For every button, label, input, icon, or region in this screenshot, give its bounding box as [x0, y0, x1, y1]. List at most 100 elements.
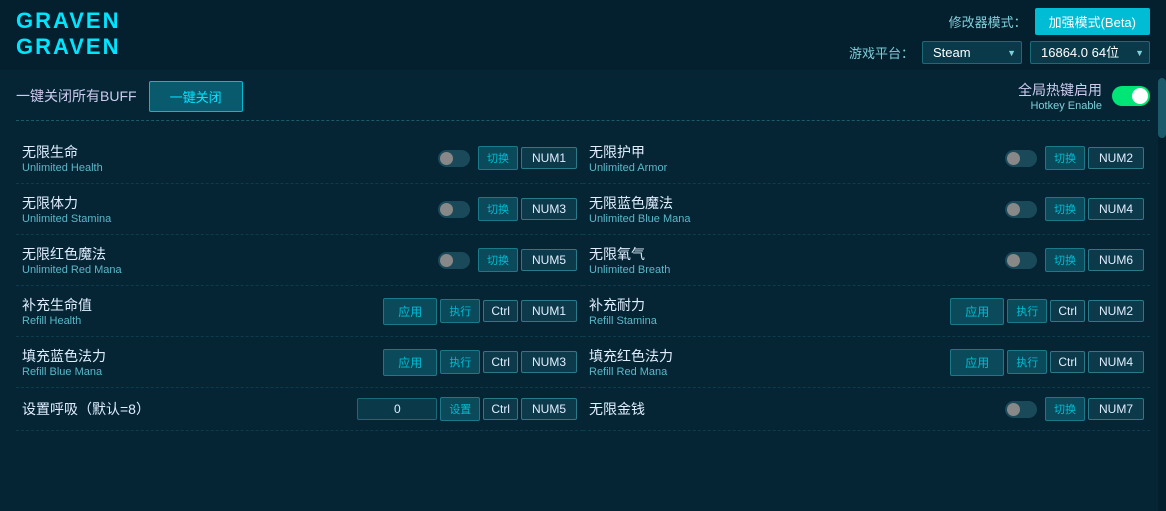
key-cap-refill-stamina: NUM2: [1088, 300, 1144, 322]
feature-row-unlimited-health: 无限生命 Unlimited Health 切换 NUM1: [16, 133, 583, 184]
platform-row: 游戏平台： Steam 16864.0 64位: [849, 41, 1150, 64]
key-cap-breath: NUM5: [521, 398, 577, 420]
feature-en: Unlimited Stamina: [22, 213, 438, 225]
feature-en: Unlimited Blue Mana: [589, 213, 1005, 225]
switch-btn-unlimited-money[interactable]: 切换: [1045, 397, 1085, 421]
feature-en: Unlimited Breath: [589, 264, 1005, 276]
key-cap-refill-health: NUM1: [521, 300, 577, 322]
feature-en: Refill Blue Mana: [22, 366, 383, 378]
close-all-label: 一键关闭所有BUFF: [16, 86, 137, 106]
hotkey-label-en: Hotkey Enable: [1030, 100, 1102, 112]
key-group: 设置 Ctrl NUM5: [357, 397, 577, 421]
hotkey-section: 全局热键启用 Hotkey Enable: [1018, 80, 1150, 112]
header: GRAVEN GRAVEN 修改器模式： 加强模式(Beta) 游戏平台： St…: [0, 0, 1166, 70]
close-all-button[interactable]: 一键关闭: [149, 81, 243, 112]
key-group: 切换 NUM2: [1045, 146, 1144, 170]
feature-en: Unlimited Red Mana: [22, 264, 438, 276]
feature-row-refill-red-mana: 填充红色法力 Refill Red Mana 应用 执行 Ctrl NUM4: [583, 337, 1150, 388]
feature-cn: 无限生命: [22, 142, 438, 162]
feature-info: 补充生命值 Refill Health: [22, 295, 383, 327]
apply-btn-refill-health[interactable]: 应用: [383, 298, 437, 325]
toggle-unlimited-health[interactable]: [438, 150, 470, 167]
feature-info: 无限红色魔法 Unlimited Red Mana: [22, 244, 438, 276]
exec-btn-refill-stamina[interactable]: 执行: [1007, 299, 1047, 323]
toggle-unlimited-stamina[interactable]: [438, 201, 470, 218]
main-content: 一键关闭所有BUFF 一键关闭 全局热键启用 Hotkey Enable 无限生…: [0, 70, 1166, 503]
feature-info: 补充耐力 Refill Stamina: [589, 295, 950, 327]
toggle-unlimited-red-mana[interactable]: [438, 252, 470, 269]
exec-btn-refill-blue-mana[interactable]: 执行: [440, 350, 480, 374]
key-group: 切换 NUM7: [1045, 397, 1144, 421]
key-cap-unlimited-red-mana: NUM5: [521, 249, 577, 271]
feature-info: 无限氧气 Unlimited Breath: [589, 244, 1005, 276]
feature-cn: 无限红色魔法: [22, 244, 438, 264]
feature-cn: 填充红色法力: [589, 346, 950, 366]
hotkey-row: 全局热键启用 Hotkey Enable: [1018, 80, 1150, 112]
key-cap-unlimited-money: NUM7: [1088, 398, 1144, 420]
mode-button[interactable]: 加强模式(Beta): [1035, 8, 1150, 35]
feature-info: 无限生命 Unlimited Health: [22, 142, 438, 174]
features-grid: 无限生命 Unlimited Health 切换 NUM1 无限护甲 Unlim…: [16, 133, 1150, 431]
key-cap-unlimited-health: NUM1: [521, 147, 577, 169]
feature-row-refill-health: 补充生命值 Refill Health 应用 执行 Ctrl NUM1: [16, 286, 583, 337]
feature-info: 无限蓝色魔法 Unlimited Blue Mana: [589, 193, 1005, 225]
toggle-unlimited-money[interactable]: [1005, 401, 1037, 418]
game-title-line2: GRAVEN: [16, 34, 121, 60]
key-group: 切换 NUM4: [1045, 197, 1144, 221]
set-btn-breath[interactable]: 设置: [440, 397, 480, 421]
version-select-wrapper: 16864.0 64位: [1030, 41, 1150, 64]
exec-btn-refill-red-mana[interactable]: 执行: [1007, 350, 1047, 374]
key-cap-unlimited-breath: NUM6: [1088, 249, 1144, 271]
toggle-unlimited-blue-mana[interactable]: [1005, 201, 1037, 218]
game-title-line1: GRAVEN: [16, 8, 121, 34]
platform-label: 游戏平台：: [849, 43, 914, 62]
toggle-unlimited-breath[interactable]: [1005, 252, 1037, 269]
switch-btn-unlimited-health[interactable]: 切换: [478, 146, 518, 170]
scrollbar-thumb[interactable]: [1158, 78, 1166, 138]
feature-en: Refill Stamina: [589, 315, 950, 327]
close-all-section: 一键关闭所有BUFF 一键关闭: [16, 81, 243, 112]
key-group: 应用 执行 Ctrl NUM3: [383, 349, 577, 376]
apply-btn-refill-stamina[interactable]: 应用: [950, 298, 1004, 325]
feature-row-unlimited-money: 无限金钱 切换 NUM7: [583, 388, 1150, 431]
mode-label: 修改器模式：: [949, 12, 1027, 31]
mod-key-refill-red-mana: Ctrl: [1050, 351, 1085, 373]
key-group: 切换 NUM5: [478, 248, 577, 272]
key-group: 切换 NUM3: [478, 197, 577, 221]
breath-value-input[interactable]: [357, 398, 437, 420]
apply-btn-refill-red-mana[interactable]: 应用: [950, 349, 1004, 376]
switch-btn-unlimited-blue-mana[interactable]: 切换: [1045, 197, 1085, 221]
scrollbar-track[interactable]: [1158, 78, 1166, 511]
key-group: 应用 执行 Ctrl NUM4: [950, 349, 1144, 376]
feature-row-unlimited-breath: 无限氧气 Unlimited Breath 切换 NUM6: [583, 235, 1150, 286]
feature-cn: 无限氧气: [589, 244, 1005, 264]
feature-cn: 设置呼吸（默认=8）: [22, 399, 357, 419]
toggle-unlimited-armor[interactable]: [1005, 150, 1037, 167]
mod-key-breath: Ctrl: [483, 398, 518, 420]
feature-row-unlimited-blue-mana: 无限蓝色魔法 Unlimited Blue Mana 切换 NUM4: [583, 184, 1150, 235]
key-cap-unlimited-blue-mana: NUM4: [1088, 198, 1144, 220]
version-select[interactable]: 16864.0 64位: [1030, 41, 1150, 64]
top-bar: 一键关闭所有BUFF 一键关闭 全局热键启用 Hotkey Enable: [16, 80, 1150, 121]
key-cap-unlimited-stamina: NUM3: [521, 198, 577, 220]
switch-btn-unlimited-stamina[interactable]: 切换: [478, 197, 518, 221]
switch-btn-unlimited-armor[interactable]: 切换: [1045, 146, 1085, 170]
apply-btn-refill-blue-mana[interactable]: 应用: [383, 349, 437, 376]
feature-cn: 无限体力: [22, 193, 438, 213]
hotkey-toggle[interactable]: [1112, 86, 1150, 106]
key-group: 应用 执行 Ctrl NUM1: [383, 298, 577, 325]
feature-cn: 无限护甲: [589, 142, 1005, 162]
key-cap-refill-blue-mana: NUM3: [521, 351, 577, 373]
platform-select-wrapper: Steam: [922, 41, 1022, 64]
mod-key-refill-stamina: Ctrl: [1050, 300, 1085, 322]
hotkey-label-cn: 全局热键启用: [1018, 80, 1102, 100]
platform-select[interactable]: Steam: [922, 41, 1022, 64]
exec-btn-refill-health[interactable]: 执行: [440, 299, 480, 323]
feature-row-refill-stamina: 补充耐力 Refill Stamina 应用 执行 Ctrl NUM2: [583, 286, 1150, 337]
feature-cn: 填充蓝色法力: [22, 346, 383, 366]
key-cap-refill-red-mana: NUM4: [1088, 351, 1144, 373]
switch-btn-unlimited-red-mana[interactable]: 切换: [478, 248, 518, 272]
feature-info: 无限护甲 Unlimited Armor: [589, 142, 1005, 174]
switch-btn-unlimited-breath[interactable]: 切换: [1045, 248, 1085, 272]
feature-info: 设置呼吸（默认=8）: [22, 399, 357, 419]
